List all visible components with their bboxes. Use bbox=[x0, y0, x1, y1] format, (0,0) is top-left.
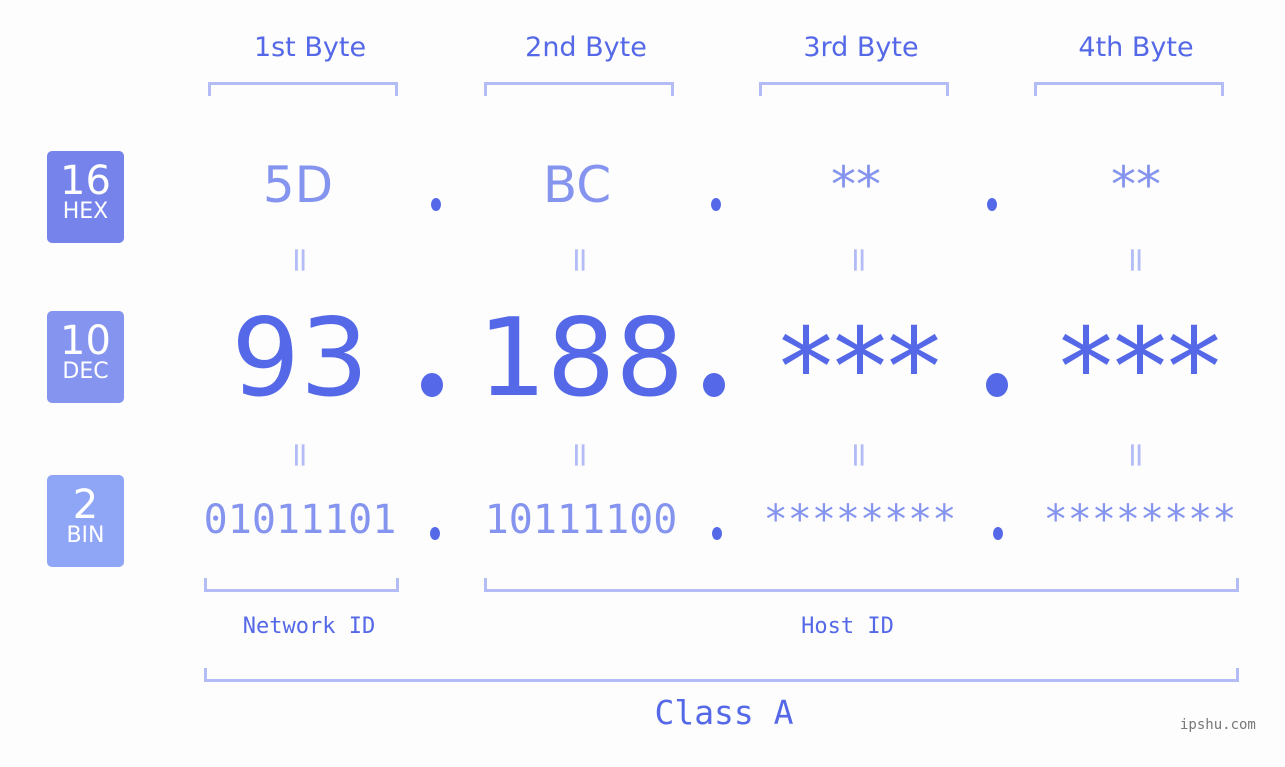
hex-value-3: ** bbox=[831, 156, 881, 214]
bin-value-1: 01011101 bbox=[203, 497, 397, 543]
hex-dot-3 bbox=[987, 198, 997, 211]
byte-header-2: 2nd Byte bbox=[525, 32, 647, 63]
bin-dot-1 bbox=[430, 527, 440, 540]
dec-badge-number: 10 bbox=[60, 318, 111, 364]
equals-icon: = bbox=[560, 440, 600, 470]
hex-value-2: BC bbox=[542, 156, 612, 214]
host-id-label: Host ID bbox=[801, 614, 894, 639]
class-label: Class A bbox=[654, 693, 794, 732]
host-id-bracket bbox=[484, 578, 1239, 592]
hex-badge-label: HEX bbox=[62, 199, 109, 224]
byte-bracket-3 bbox=[759, 82, 949, 96]
hex-value-4: ** bbox=[1111, 156, 1161, 214]
byte-header-4: 4th Byte bbox=[1078, 32, 1194, 63]
hex-badge: 16 HEX bbox=[47, 151, 124, 243]
dec-value-3: *** bbox=[779, 306, 941, 431]
equals-icon: = bbox=[839, 245, 879, 275]
byte-header-1: 1st Byte bbox=[253, 32, 367, 63]
equals-icon: = bbox=[1116, 245, 1156, 275]
dec-value-2: 188 bbox=[477, 296, 685, 421]
bin-value-2: 10111100 bbox=[484, 497, 678, 543]
network-id-bracket bbox=[204, 578, 399, 592]
bin-badge-number: 2 bbox=[72, 482, 99, 528]
hex-dot-2 bbox=[711, 198, 721, 211]
hex-value-1: 5D bbox=[262, 156, 334, 214]
bin-value-4: ******** bbox=[1043, 497, 1237, 543]
network-id-label: Network ID bbox=[242, 614, 376, 639]
bin-dot-2 bbox=[712, 527, 722, 540]
watermark: ipshu.com bbox=[1180, 717, 1256, 733]
byte-bracket-2 bbox=[484, 82, 674, 96]
equals-icon: = bbox=[560, 245, 600, 275]
bin-value-3: ******** bbox=[763, 497, 957, 543]
bin-badge: 2 BIN bbox=[47, 475, 124, 567]
hex-badge-number: 16 bbox=[60, 158, 111, 204]
dec-dot-1 bbox=[421, 373, 443, 397]
dec-badge: 10 DEC bbox=[47, 311, 124, 403]
dec-dot-2 bbox=[703, 373, 725, 397]
bin-dot-3 bbox=[993, 527, 1003, 540]
byte-header-3: 3rd Byte bbox=[803, 32, 919, 63]
byte-bracket-1 bbox=[208, 82, 398, 96]
dec-dot-3 bbox=[986, 373, 1008, 397]
class-bracket bbox=[204, 668, 1239, 682]
dec-badge-label: DEC bbox=[62, 359, 109, 384]
equals-icon: = bbox=[839, 440, 879, 470]
bin-badge-label: BIN bbox=[66, 523, 105, 548]
dec-value-1: 93 bbox=[231, 296, 369, 421]
dec-value-4: *** bbox=[1059, 306, 1221, 431]
equals-icon: = bbox=[1116, 440, 1156, 470]
equals-icon: = bbox=[280, 245, 320, 275]
byte-bracket-4 bbox=[1034, 82, 1224, 96]
equals-icon: = bbox=[280, 440, 320, 470]
hex-dot-1 bbox=[431, 198, 441, 211]
